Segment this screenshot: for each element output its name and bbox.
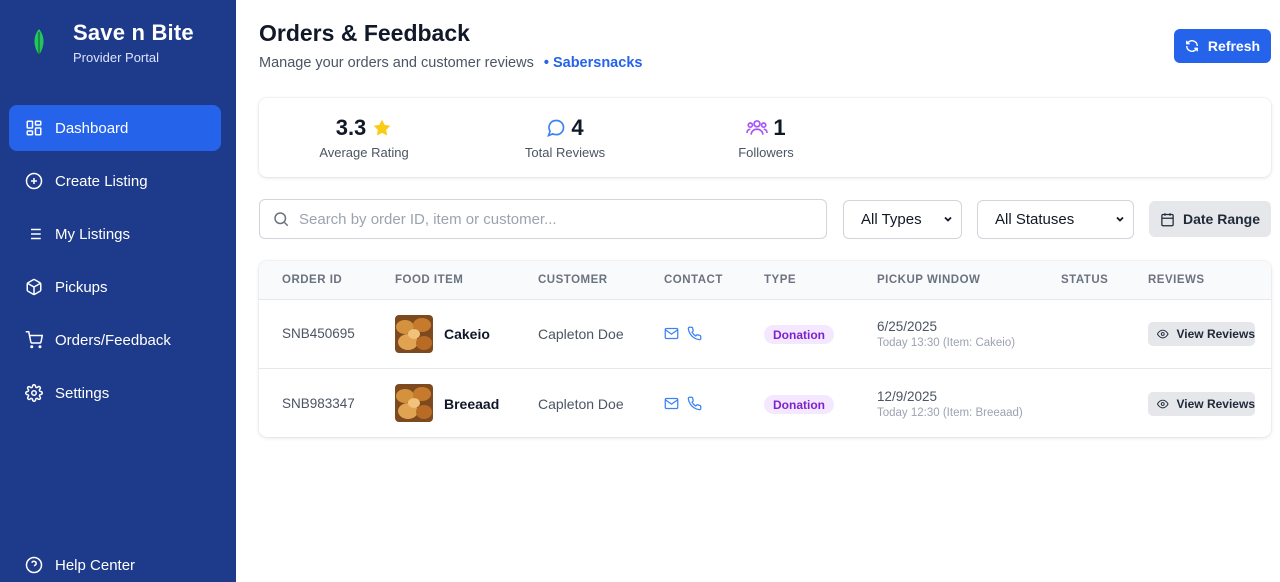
search-icon (274, 212, 289, 227)
eye-icon (1157, 329, 1169, 339)
view-reviews-button[interactable]: View Reviews (1148, 392, 1255, 416)
stats-card: 3.3 Average Rating 4 Total Reviews 1 Fol… (259, 98, 1271, 177)
column-header-reviews: REVIEWS (1148, 274, 1205, 286)
search-box (259, 199, 827, 239)
pickup-window: 12/9/2025 Today 12:30 (Item: Breeaad) (877, 389, 1023, 419)
refresh-icon (1185, 40, 1198, 52)
sidebar: Save n Bite Provider Portal Dashboard Cr… (0, 0, 236, 582)
phone-icon[interactable] (687, 396, 702, 411)
provider-name: • Sabersnacks (543, 55, 643, 71)
table-header: ORDER ID FOOD ITEM CUSTOMER CONTACT TYPE… (259, 261, 1271, 300)
column-header-contact: CONTACT (664, 274, 723, 286)
order-id: SNB983347 (282, 396, 355, 411)
pickup-note: Today 12:30 (Item: Breeaad) (877, 407, 1023, 419)
refresh-button[interactable]: Refresh (1174, 29, 1271, 63)
sidebar-item-label: Help Center (55, 556, 136, 574)
order-id: SNB450695 (282, 326, 355, 341)
view-reviews-button[interactable]: View Reviews (1148, 322, 1255, 346)
sidebar-item-create-listing[interactable]: Create Listing (9, 158, 221, 204)
calendar-icon (1161, 212, 1174, 226)
column-header-customer: CUSTOMER (538, 274, 608, 286)
chevron-down-icon (1116, 216, 1124, 222)
table-row: SNB450695 Cakeio Capleton Doe Donation 6… (259, 300, 1271, 369)
reviews-label: Total Reviews (524, 145, 606, 160)
reviews-value: 4 (571, 115, 584, 140)
chevron-down-icon (944, 216, 952, 222)
page-title: Orders & Feedback (259, 20, 470, 46)
plus-circle-icon (25, 172, 43, 190)
chat-bubble-icon (547, 119, 565, 137)
sidebar-item-label: Pickups (55, 278, 108, 296)
type-badge: Donation (764, 325, 834, 344)
sidebar-item-label: Create Listing (55, 172, 148, 190)
food-thumbnail (395, 384, 433, 422)
status-filter-value: All Statuses (995, 211, 1075, 228)
stat-followers: 1 Followers (734, 114, 798, 160)
food-thumbnail (395, 315, 433, 353)
main-content: Orders & Feedback Manage your orders and… (236, 0, 1280, 582)
stat-average-rating: 3.3 Average Rating (319, 114, 409, 160)
type-filter-value: All Types (861, 211, 922, 228)
food-item-name: Breeaad (444, 396, 500, 412)
rating-value: 3.3 (335, 115, 367, 140)
star-icon (373, 119, 391, 136)
sidebar-item-label: Dashboard (55, 119, 129, 137)
cart-icon (25, 331, 43, 349)
pickup-window: 6/25/2025 Today 13:30 (Item: Cakeio) (877, 319, 1015, 349)
sidebar-item-orders-feedback[interactable]: Orders/Feedback (9, 317, 221, 363)
view-reviews-label: View Reviews (1176, 327, 1256, 341)
page-subtitle-text: Manage your orders and customer reviews (259, 55, 534, 71)
table-row: SNB983347 Breeaad Capleton Doe Donation … (259, 369, 1271, 437)
phone-icon[interactable] (687, 326, 702, 341)
rating-label: Average Rating (319, 145, 409, 160)
orders-table: ORDER ID FOOD ITEM CUSTOMER CONTACT TYPE… (259, 261, 1271, 437)
date-range-label: Date Range (1182, 211, 1261, 227)
leaf-logo-icon (34, 29, 44, 57)
pickup-note: Today 13:30 (Item: Cakeio) (877, 337, 1016, 349)
gear-icon (25, 384, 43, 402)
food-image (395, 315, 433, 353)
status-filter-select[interactable]: All Statuses (977, 200, 1134, 239)
refresh-button-label: Refresh (1207, 38, 1261, 54)
stat-total-reviews: 4 Total Reviews (521, 114, 609, 160)
food-image (395, 384, 433, 422)
column-header-order-id: ORDER ID (282, 274, 343, 286)
sidebar-item-settings[interactable]: Settings (9, 370, 221, 416)
package-icon (26, 278, 42, 296)
search-input[interactable] (299, 210, 819, 228)
column-header-food-item: FOOD ITEM (395, 274, 464, 286)
list-icon (27, 228, 41, 240)
users-icon (746, 120, 769, 135)
type-filter-select[interactable]: All Types (843, 200, 962, 239)
brand-subtitle: Provider Portal (73, 50, 159, 65)
column-header-status: STATUS (1061, 274, 1109, 286)
sidebar-item-my-listings[interactable]: My Listings (9, 211, 221, 257)
sidebar-item-help-center[interactable]: Help Center (9, 542, 221, 582)
date-range-button[interactable]: Date Range (1149, 201, 1271, 237)
column-header-type: TYPE (764, 274, 797, 286)
sidebar-item-pickups[interactable]: Pickups (9, 264, 221, 310)
brand: Save n Bite Provider Portal (0, 0, 236, 90)
dashboard-icon (26, 120, 42, 136)
customer-name: Capleton Doe (538, 396, 624, 412)
mail-icon[interactable] (664, 326, 679, 341)
brand-title: Save n Bite (73, 20, 194, 45)
page-subtitle: Manage your orders and customer reviews … (259, 55, 642, 71)
sidebar-item-label: Settings (55, 384, 110, 402)
pickup-date: 12/9/2025 (877, 389, 938, 404)
customer-name: Capleton Doe (538, 326, 624, 342)
sidebar-item-dashboard[interactable]: Dashboard (9, 105, 221, 151)
followers-value: 1 (773, 115, 786, 140)
mail-icon[interactable] (664, 396, 679, 411)
followers-label: Followers (738, 145, 794, 160)
view-reviews-label: View Reviews (1176, 397, 1256, 411)
type-badge: Donation (764, 395, 834, 414)
food-item-name: Cakeio (444, 326, 490, 342)
column-header-pickup-window: PICKUP WINDOW (877, 274, 981, 286)
help-circle-icon (25, 556, 43, 574)
pickup-date: 6/25/2025 (877, 319, 938, 334)
eye-icon (1157, 399, 1169, 409)
sidebar-item-label: Orders/Feedback (55, 331, 171, 349)
sidebar-item-label: My Listings (55, 225, 131, 243)
